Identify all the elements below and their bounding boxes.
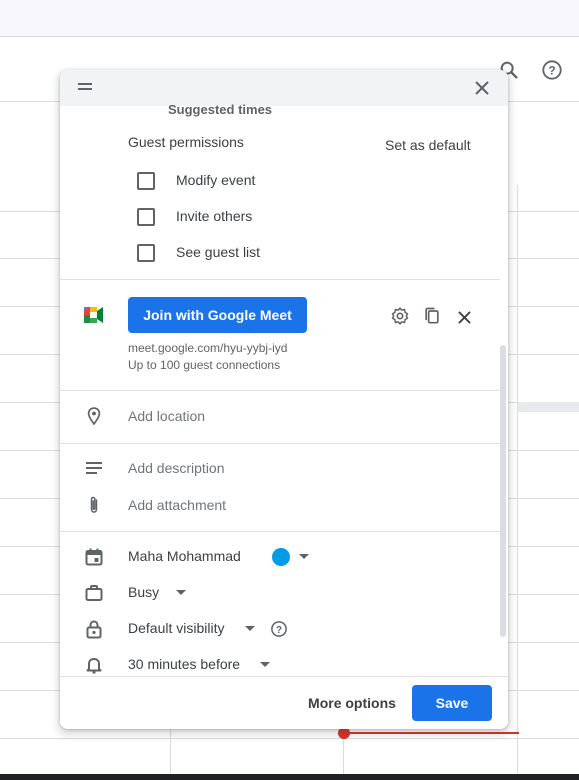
save-button[interactable]: Save: [412, 685, 492, 721]
section-divider: [60, 279, 500, 280]
section-divider: [60, 390, 500, 391]
chevron-down-icon[interactable]: [245, 626, 255, 631]
chevron-down-icon[interactable]: [176, 590, 186, 595]
copy-icon[interactable]: [420, 304, 444, 328]
section-divider: [60, 443, 500, 444]
set-as-default-button[interactable]: Set as default: [385, 137, 471, 153]
briefcase-icon: [82, 581, 106, 605]
invite-others-checkbox[interactable]: [137, 208, 155, 226]
gear-icon[interactable]: [388, 304, 412, 328]
grid-column-line: [170, 728, 171, 774]
google-meet-icon: [82, 303, 106, 327]
modify-event-checkbox[interactable]: [137, 172, 155, 190]
see-guest-list-checkbox[interactable]: [137, 244, 155, 262]
current-time-line: [344, 732, 519, 734]
lock-icon: [82, 617, 106, 641]
scrollbar[interactable]: [500, 345, 506, 637]
event-quick-dialog: Suggested times Guest permissions Set as…: [60, 70, 508, 729]
modify-event-label: Modify event: [176, 172, 256, 188]
invite-others-label: Invite others: [176, 208, 253, 224]
dialog-header: [60, 70, 508, 106]
section-divider: [60, 531, 500, 532]
close-icon[interactable]: [470, 76, 494, 100]
description-input[interactable]: Add description: [128, 460, 225, 476]
grid-line: [0, 738, 579, 739]
meet-capacity: Up to 100 guest connections: [128, 358, 281, 372]
location-input[interactable]: Add location: [128, 408, 205, 424]
help-icon[interactable]: ?: [540, 58, 564, 82]
calendar-icon: [82, 545, 106, 569]
paperclip-icon: [82, 493, 106, 517]
attachment-button[interactable]: Add attachment: [128, 497, 226, 513]
bell-icon: [82, 653, 106, 677]
suggested-times-link[interactable]: Suggested times: [168, 102, 272, 117]
chevron-down-icon[interactable]: [299, 554, 309, 559]
chevron-down-icon[interactable]: [260, 662, 270, 667]
top-strip: [0, 0, 579, 37]
remove-conference-icon[interactable]: [452, 305, 476, 329]
meet-link[interactable]: meet.google.com/hyu-yybj-iyd: [128, 341, 287, 355]
help-icon[interactable]: ?: [267, 617, 291, 641]
drag-handle-icon[interactable]: [78, 83, 94, 91]
dialog-footer: More options Save: [60, 676, 508, 729]
calendar-event-block[interactable]: [518, 402, 579, 412]
calendar-color-swatch[interactable]: [272, 548, 290, 566]
see-guest-list-label: See guest list: [176, 244, 261, 260]
availability-select[interactable]: Busy: [128, 584, 159, 600]
grid-column-line: [517, 185, 518, 774]
join-google-meet-button[interactable]: Join with Google Meet: [128, 297, 307, 333]
visibility-select[interactable]: Default visibility: [128, 620, 224, 636]
notification-select[interactable]: 30 minutes before: [128, 656, 240, 672]
calendar-owner[interactable]: Maha Mohammad: [128, 548, 241, 564]
guest-permissions-title: Guest permissions: [128, 134, 244, 150]
svg-text:?: ?: [548, 64, 555, 78]
taskbar: [0, 774, 579, 780]
notes-icon: [82, 456, 106, 480]
svg-text:?: ?: [276, 625, 282, 636]
more-options-button[interactable]: More options: [304, 685, 400, 721]
location-pin-icon: [82, 404, 106, 428]
